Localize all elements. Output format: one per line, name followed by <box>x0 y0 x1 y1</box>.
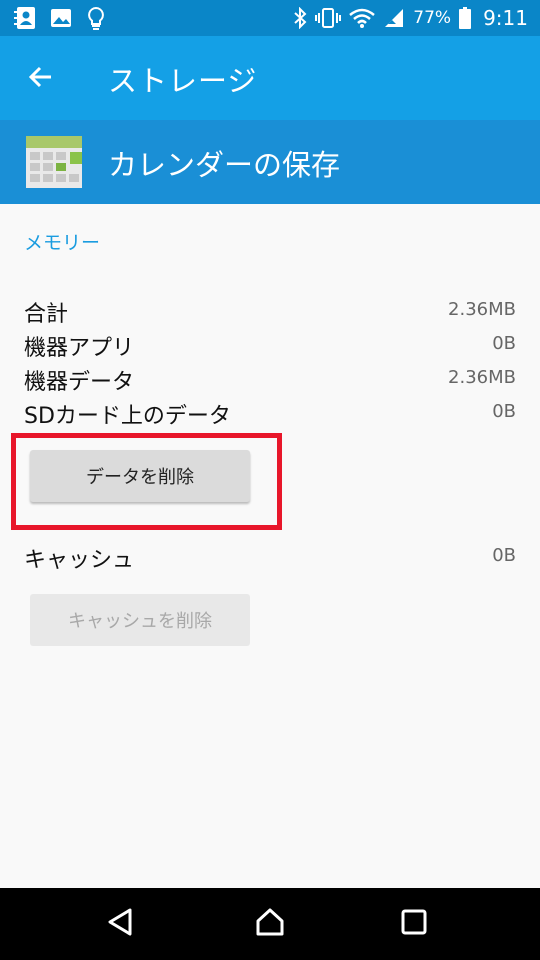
image-icon <box>50 7 72 29</box>
wifi-icon <box>349 7 376 29</box>
app-name: カレンダーの保存 <box>108 148 341 182</box>
app-bar: ストレージ <box>0 36 540 120</box>
clear-data-button[interactable]: データを削除 <box>30 450 250 502</box>
back-button[interactable] <box>14 52 68 106</box>
clear-cache-button[interactable]: キャッシュを削除 <box>30 594 250 646</box>
row-label: 合計 <box>24 302 69 327</box>
signal-icon <box>383 7 405 29</box>
navigation-bar <box>0 888 540 960</box>
contact-card-icon <box>14 6 36 30</box>
memory-row-app: 機器アプリ 0B <box>24 330 516 362</box>
row-value: 0B <box>492 333 516 354</box>
row-value: 2.36MB <box>448 299 516 320</box>
app-header: カレンダーの保存 <box>0 120 540 204</box>
nav-recents-button[interactable] <box>392 902 436 946</box>
nav-back-button[interactable] <box>98 902 142 946</box>
status-left-icons <box>14 6 106 30</box>
memory-row-total: 合計 2.36MB <box>24 296 516 328</box>
bluetooth-icon <box>293 7 307 29</box>
back-arrow-icon <box>27 63 55 95</box>
battery-icon <box>459 7 472 29</box>
battery-percent: 77% <box>413 8 452 28</box>
row-value: 0B <box>492 545 516 566</box>
calendar-storage-app-icon <box>24 132 84 192</box>
nav-home-button[interactable] <box>248 902 292 946</box>
memory-row-sdcard: SDカード上のデータ 0B <box>24 398 516 430</box>
row-label: SDカード上のデータ <box>24 404 231 429</box>
vibrate-icon <box>315 7 342 29</box>
memory-section-label: メモリー <box>24 232 101 254</box>
recents-square-icon <box>401 909 427 939</box>
row-label: 機器データ <box>24 370 135 395</box>
row-label: キャッシュ <box>24 548 135 573</box>
back-triangle-icon <box>106 907 134 941</box>
page-title: ストレージ <box>108 64 258 98</box>
status-time: 9:11 <box>483 6 528 30</box>
memory-row-data: 機器データ 2.36MB <box>24 364 516 396</box>
row-value: 0B <box>492 401 516 422</box>
status-right-icons: 77% 9:11 <box>293 0 528 36</box>
row-value: 2.36MB <box>448 367 516 388</box>
cache-row: キャッシュ 0B <box>24 542 516 574</box>
status-bar: 77% 9:11 <box>0 0 540 36</box>
home-icon <box>255 907 285 941</box>
row-label: 機器アプリ <box>24 336 135 361</box>
lightbulb-icon <box>86 6 106 30</box>
